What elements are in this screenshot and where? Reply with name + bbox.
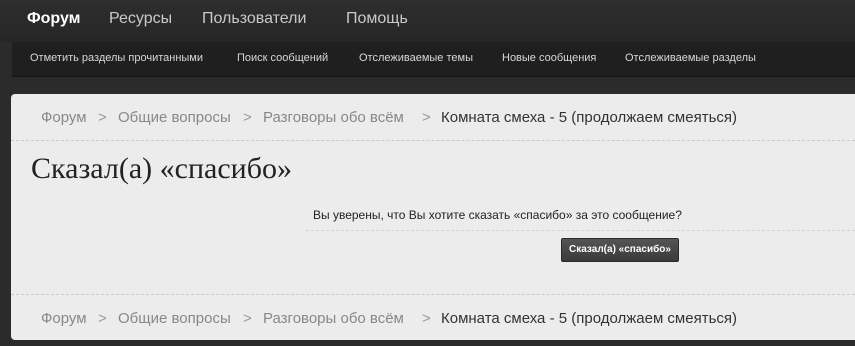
breadcrumb-separator: >	[422, 310, 431, 327]
tab-help[interactable]: Помощь	[346, 10, 408, 28]
divider	[306, 230, 855, 231]
breadcrumb-bottom: Форум > Общие вопросы > Разговоры обо вс…	[11, 294, 855, 341]
search-messages-link[interactable]: Поиск сообщений	[237, 52, 328, 64]
breadcrumb-current: Комната смеха - 5 (продолжаем смеяться)	[441, 109, 738, 126]
breadcrumb-forum[interactable]: Форум	[41, 109, 87, 126]
breadcrumb-general-questions[interactable]: Общие вопросы	[118, 310, 231, 327]
breadcrumb-separator: >	[422, 109, 431, 126]
page-title: Сказал(а) «спасибо»	[31, 152, 292, 185]
breadcrumb-separator: >	[243, 109, 252, 126]
breadcrumb-current: Комната смеха - 5 (продолжаем смеяться)	[441, 310, 738, 327]
breadcrumb-separator: >	[98, 310, 107, 327]
confirm-question: Вы уверены, что Вы хотите сказать «спаси…	[313, 208, 682, 222]
say-thanks-button[interactable]: Сказал(а) «спасибо»	[561, 238, 679, 262]
breadcrumb-separator: >	[243, 310, 252, 327]
tab-forum[interactable]: Форум	[27, 10, 81, 28]
breadcrumb-general-questions[interactable]: Общие вопросы	[118, 109, 231, 126]
top-navigation: Форум Ресурсы Пользователи Помощь	[0, 0, 855, 42]
breadcrumb-talks-about-everything[interactable]: Разговоры обо всём	[263, 109, 404, 126]
main-panel: Форум > Общие вопросы > Разговоры обо вс…	[11, 94, 855, 340]
watched-forums-link[interactable]: Отслеживаемые разделы	[625, 52, 756, 64]
sub-navigation: Отметить разделы прочитанными Поиск сооб…	[12, 42, 855, 77]
watched-threads-link[interactable]: Отслеживаемые темы	[359, 52, 473, 64]
breadcrumb-separator: >	[98, 109, 107, 126]
breadcrumb: Форум > Общие вопросы > Разговоры обо вс…	[11, 94, 855, 141]
breadcrumb-talks-about-everything[interactable]: Разговоры обо всём	[263, 310, 404, 327]
new-messages-link[interactable]: Новые сообщения	[502, 52, 596, 64]
breadcrumb-forum[interactable]: Форум	[41, 310, 87, 327]
tab-resources[interactable]: Ресурсы	[109, 10, 172, 28]
tab-users[interactable]: Пользователи	[202, 10, 306, 28]
mark-forums-read-link[interactable]: Отметить разделы прочитанными	[30, 52, 203, 64]
